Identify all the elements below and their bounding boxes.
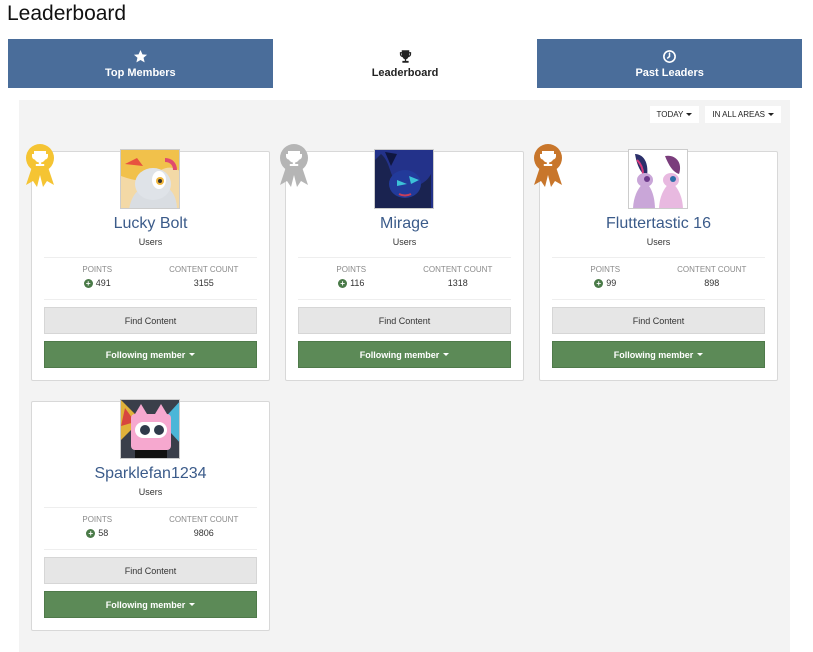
bronze-ribbon-icon [534, 144, 562, 187]
following-member-label: Following member [105, 349, 186, 360]
member-group: Users [392, 237, 417, 247]
content-count-label: CONTENT COUNT [677, 265, 747, 274]
content-count-stat: CONTENT COUNT 898 [659, 258, 766, 299]
find-content-button[interactable]: Find Content [298, 307, 511, 334]
area-filter-dropdown[interactable]: IN ALL AREAS [705, 106, 781, 123]
points-label: POINTS [590, 265, 621, 274]
avatar[interactable] [628, 149, 688, 209]
member-card: Sparklefan1234 Users POINTS +58 CONTENT … [31, 399, 270, 631]
page-title: Leaderboard [7, 2, 127, 25]
following-member-label: Following member [105, 599, 186, 610]
caret-down-icon [189, 603, 196, 606]
member-name[interactable]: Mirage [286, 215, 523, 233]
plus-circle-icon: + [338, 278, 348, 288]
tab-top-members[interactable]: Top Members [8, 39, 273, 88]
area-filter-label: IN ALL AREAS [712, 110, 765, 119]
period-filter-label: TODAY [656, 110, 684, 119]
following-member-button[interactable]: Following member [298, 341, 511, 368]
content-count-stat: CONTENT COUNT 1318 [405, 258, 512, 299]
member-card: Fluttertastic 16 Users POINTS +99 CONTEN… [539, 149, 778, 381]
content-count-label: CONTENT COUNT [169, 515, 239, 524]
points-stat: POINTS +58 [44, 508, 151, 549]
clock-icon [662, 48, 677, 64]
member-stats: POINTS +99 CONTENT COUNT 898 [552, 257, 765, 300]
following-member-button[interactable]: Following member [44, 591, 257, 618]
trophy-icon [398, 48, 413, 64]
following-member-label: Following member [613, 349, 694, 360]
member-name[interactable]: Fluttertastic 16 [540, 215, 777, 233]
tab-label: Top Members [104, 67, 176, 79]
content-count-label: CONTENT COUNT [169, 265, 239, 274]
find-content-label: Find Content [632, 315, 685, 326]
member-group: Users [138, 237, 163, 247]
tab-label: Leaderboard [371, 67, 439, 79]
content-count-value: 3155 [193, 278, 214, 288]
gold-ribbon-icon [26, 144, 54, 187]
following-member-button[interactable]: Following member [552, 341, 765, 368]
caret-down-icon [768, 113, 774, 116]
tab-past-leaders[interactable]: Past Leaders [537, 39, 803, 88]
avatar[interactable] [120, 149, 180, 209]
points-label: POINTS [82, 265, 113, 274]
member-stats: POINTS +116 CONTENT COUNT 1318 [298, 257, 511, 300]
points-stat: POINTS +116 [298, 258, 405, 299]
member-card: Lucky Bolt Users POINTS +491 CONTENT COU… [31, 149, 270, 381]
caret-down-icon [686, 113, 693, 116]
following-member-label: Following member [359, 349, 440, 360]
avatar[interactable] [374, 149, 434, 209]
member-name[interactable]: Sparklefan1234 [32, 465, 269, 483]
leaderboard-tabs: Top Members Leaderboard Past Leaders [8, 39, 803, 88]
filters: TODAY IN ALL AREAS [649, 106, 781, 123]
avatar[interactable] [120, 399, 180, 459]
content-count-value: 898 [704, 278, 720, 288]
star-icon [133, 48, 148, 64]
points-value: 99 [606, 278, 617, 288]
points-stat: POINTS +491 [44, 258, 151, 299]
content-count-value: 1318 [447, 278, 468, 288]
content-count-label: CONTENT COUNT [423, 265, 493, 274]
member-group: Users [646, 237, 671, 247]
member-name[interactable]: Lucky Bolt [32, 215, 269, 233]
find-content-label: Find Content [124, 565, 177, 576]
plus-circle-icon: + [86, 528, 96, 538]
member-stats: POINTS +491 CONTENT COUNT 3155 [44, 257, 257, 300]
content-count-value: 9806 [193, 528, 214, 538]
member-group: Users [138, 487, 163, 497]
plus-circle-icon: + [594, 278, 604, 288]
find-content-button[interactable]: Find Content [44, 557, 257, 584]
plus-circle-icon: + [83, 278, 93, 288]
points-label: POINTS [82, 515, 113, 524]
following-member-button[interactable]: Following member [44, 341, 257, 368]
find-content-label: Find Content [378, 315, 431, 326]
period-filter-dropdown[interactable]: TODAY [649, 106, 700, 123]
find-content-button[interactable]: Find Content [552, 307, 765, 334]
caret-down-icon [697, 353, 704, 356]
tab-label: Past Leaders [635, 67, 704, 79]
caret-down-icon [443, 353, 450, 356]
content-count-stat: CONTENT COUNT 9806 [151, 508, 258, 549]
points-label: POINTS [336, 265, 367, 274]
leaderboard-content: TODAY IN ALL AREAS Lucky Bolt Users POIN… [19, 100, 790, 652]
points-value: 58 [98, 528, 109, 538]
find-content-button[interactable]: Find Content [44, 307, 257, 334]
points-value: 491 [95, 278, 111, 288]
find-content-label: Find Content [124, 315, 177, 326]
caret-down-icon [189, 353, 196, 356]
member-stats: POINTS +58 CONTENT COUNT 9806 [44, 507, 257, 550]
content-count-stat: CONTENT COUNT 3155 [151, 258, 258, 299]
tab-leaderboard[interactable]: Leaderboard [272, 39, 538, 88]
member-card: Mirage Users POINTS +116 CONTENT COUNT 1… [285, 149, 524, 381]
points-value: 116 [350, 278, 365, 288]
silver-ribbon-icon [280, 144, 308, 187]
points-stat: POINTS +99 [552, 258, 659, 299]
